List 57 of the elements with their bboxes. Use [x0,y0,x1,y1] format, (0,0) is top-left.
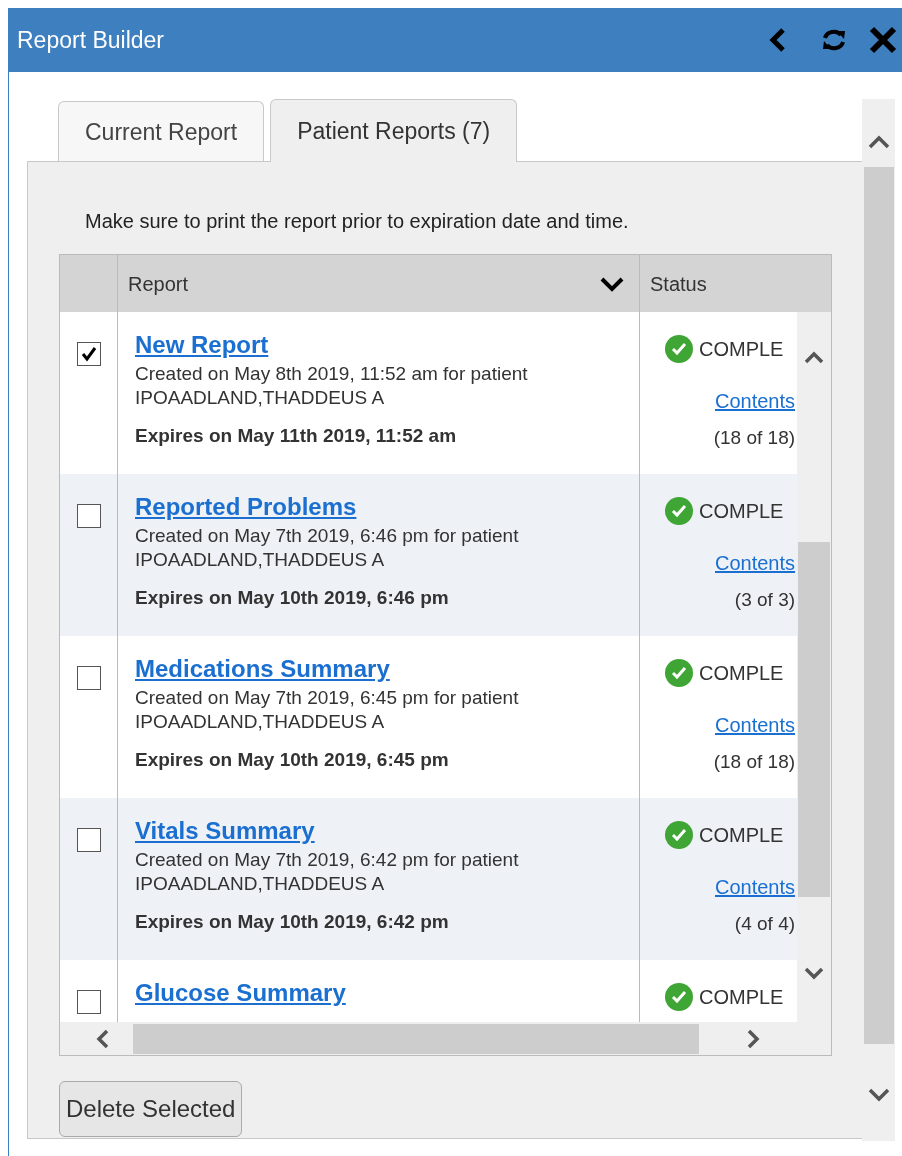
patient-name: IPOAADLAND,THADDEUS A [135,872,386,896]
close-icon[interactable] [868,25,898,55]
count-text: (4 of 4) [734,912,796,936]
count-text: (18 of 18) [713,426,796,450]
expiry-text: Expires on May 11th 2019, 11:52 am [135,424,458,448]
vertical-scrollbar[interactable] [862,99,895,1141]
checkbox[interactable] [76,504,101,528]
contents-link[interactable]: Contents [715,386,796,416]
expiry-text: Expires on May 10th 2019, 6:46 pm [135,586,450,610]
refresh-icon[interactable] [820,27,848,53]
chevron-down-icon[interactable] [804,967,824,981]
checkbox[interactable] [76,828,101,852]
tab[interactable]: Patient Reports (7) [270,99,518,162]
chevron-right-icon[interactable] [745,1028,761,1049]
report-link[interactable]: Reported Problems [135,492,357,522]
report-link[interactable]: New Report [135,330,269,360]
contents-link[interactable]: Contents [715,872,796,902]
scrollbar-thumb[interactable] [133,1023,699,1054]
chevron-down-icon[interactable] [599,275,625,292]
contents-link[interactable]: Contents [715,548,796,578]
column-header[interactable]: Status [640,255,831,312]
report-link[interactable]: Glucose Summary [135,978,346,1008]
count-text: (18 of 18) [713,750,796,774]
status-text: COMPLE [699,499,784,524]
patient-name: IPOAADLAND,THADDEUS A [135,548,386,572]
tab[interactable]: Current Report [58,101,265,162]
window-title: Report Builder [17,25,166,55]
patient-name: IPOAADLAND,THADDEUS A [135,386,386,410]
checkbox[interactable] [76,342,101,366]
count-text: (3 of 3) [734,588,796,612]
notice-text: Make sure to print the report prior to expiration date and time. [84,209,630,234]
status-text: COMPLE [699,661,784,686]
chevron-down-icon[interactable] [867,1088,890,1102]
checkbox[interactable] [76,666,101,690]
created-text: Created on May 8th 2019, 11:52 am for patient [135,362,529,386]
created-text: Created on May 7th 2019, 6:45 pm for patient [135,686,520,710]
status-text: COMPLE [699,823,784,848]
vertical-scrollbar[interactable] [797,312,831,1022]
expiry-text: Expires on May 10th 2019, 6:45 pm [135,748,450,772]
status-text: COMPLE [699,337,784,362]
horizontal-scrollbar[interactable] [60,1022,831,1055]
expiry-text: Expires on May 10th 2019, 6:42 pm [135,910,450,934]
chevron-left-icon[interactable] [95,1028,111,1049]
created-text: Created on May 7th 2019, 6:42 pm for patient [135,848,520,872]
chevron-left-icon[interactable] [768,27,788,53]
contents-link[interactable]: Contents [715,710,796,740]
scrollbar-thumb[interactable] [798,542,830,897]
report-link[interactable]: Vitals Summary [135,816,315,846]
delete-button[interactable]: Delete Selected [59,1081,243,1137]
status-text: COMPLE [699,985,784,1010]
created-text: Created on May 7th 2019, 6:46 pm for patient [135,524,520,548]
checkbox[interactable] [76,990,101,1014]
patient-name: IPOAADLAND,THADDEUS A [135,710,386,734]
report-link[interactable]: Medications Summary [135,654,390,684]
scrollbar-thumb[interactable] [863,167,894,1044]
chevron-up-icon[interactable] [804,350,824,364]
chevron-up-icon[interactable] [867,135,890,149]
